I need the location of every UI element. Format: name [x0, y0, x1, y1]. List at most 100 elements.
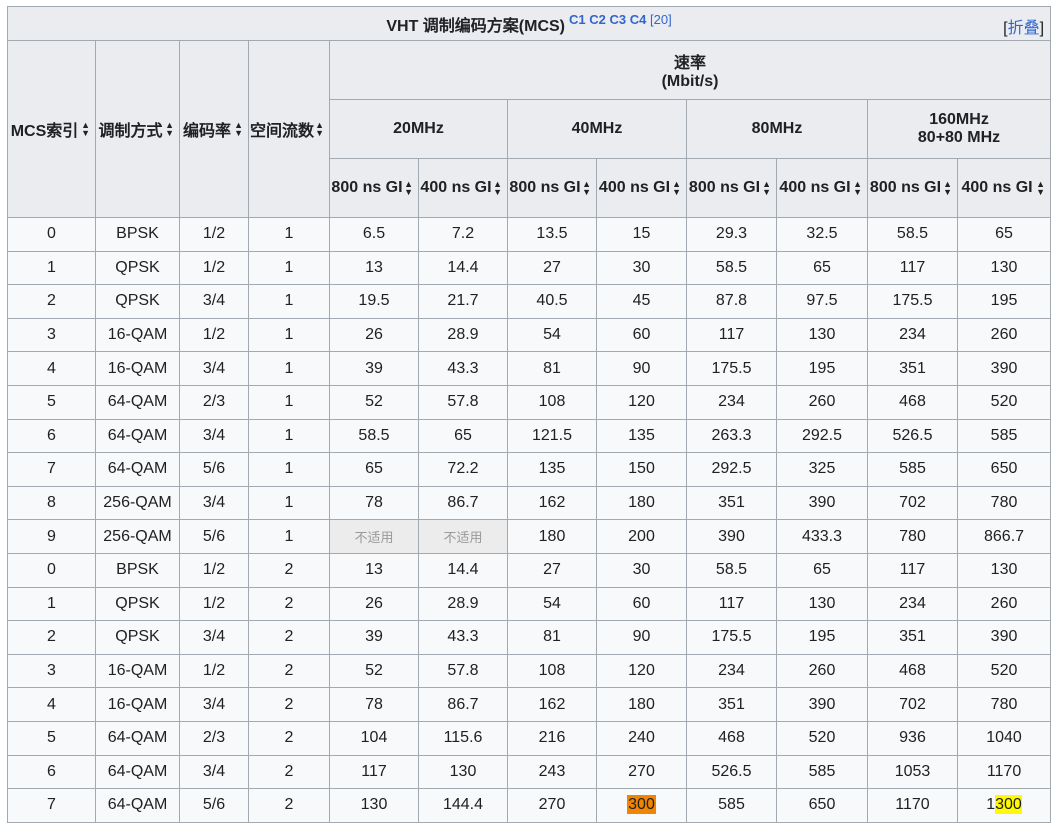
rate-cell: 104 — [329, 720, 419, 756]
table-row: 2 QPSK 3/4 2 39 43.3 81 90 175.5 195 351 390 — [7, 620, 1052, 655]
table-row: 0 BPSK 1/2 2 13 14.4 27 30 58.5 65 117 130 — [7, 552, 1052, 588]
header-spatial-streams[interactable]: 空间流数 ▲ ▼ — [248, 40, 330, 218]
header-gi-400[interactable]: 400 ns GI ▲ ▼ — [596, 158, 687, 218]
rate-cell: 87.8 — [686, 284, 777, 319]
rate-cell: 300 — [596, 788, 687, 823]
rate-cell: 90 — [596, 351, 687, 386]
mcs-index-cell: 1 — [7, 250, 96, 286]
table-caption: VHT 调制编码方案(MCS) C1 C2 C3 C4 [20] [折叠] — [6, 6, 1052, 41]
sort-icon[interactable]: ▲ ▼ — [853, 180, 862, 197]
rate-cell: 468 — [867, 384, 958, 420]
spatial-streams-cell: 2 — [248, 720, 330, 756]
rate-cell: 117 — [329, 754, 419, 790]
header-gi-400[interactable]: 400 ns GI ▲ ▼ — [956, 158, 1052, 218]
rate-cell: 29.3 — [686, 217, 777, 252]
spatial-streams-cell: 1 — [248, 250, 330, 286]
header-gi-400[interactable]: 400 ns GI ▲ ▼ — [418, 158, 508, 218]
table-row: 6 64-QAM 3/4 2 117 130 243 270 526.5 585 1053 1170 — [7, 754, 1052, 790]
rate-cell: 65 — [329, 452, 419, 487]
rate-cell: 117 — [686, 586, 777, 622]
spatial-streams-cell: 1 — [248, 351, 330, 386]
rate-cell: 108 — [507, 384, 597, 420]
header-20mhz: 20MHz — [329, 99, 508, 159]
sort-icon[interactable]: ▲ ▼ — [493, 180, 502, 197]
reference-link[interactable]: [20] — [650, 12, 672, 27]
rate-cell: 32.5 — [776, 217, 868, 252]
sort-icon[interactable]: ▲ ▼ — [404, 180, 413, 197]
header-gi-800[interactable]: 800 ns GI ▲ ▼ — [867, 158, 958, 218]
rate-cell: 130 — [418, 754, 508, 790]
rate-cell: 58.5 — [329, 418, 419, 454]
sort-icon[interactable]: ▲ ▼ — [81, 121, 90, 138]
rate-cell: 58.5 — [867, 217, 958, 252]
header-gi-800[interactable]: 800 ns GI ▲ ▼ — [507, 158, 597, 218]
modulation-cell: 64-QAM — [95, 384, 180, 420]
rate-cell: 不适用 — [418, 519, 508, 554]
header-coding-rate[interactable]: 编码率 ▲ ▼ — [179, 40, 249, 218]
sort-icon[interactable]: ▲ ▼ — [1036, 180, 1045, 197]
rate-cell: 120 — [596, 653, 687, 689]
rate-cell: 117 — [686, 317, 777, 353]
value-prefix: 1 — [986, 796, 996, 814]
sort-icon[interactable]: ▲ ▼ — [943, 180, 952, 197]
rate-cell: 585 — [776, 754, 868, 790]
rate-cell: 21.7 — [418, 284, 508, 319]
link-c1[interactable]: C1 — [569, 12, 586, 27]
rate-cell: 57.8 — [418, 384, 508, 420]
rate-cell: 144.4 — [418, 788, 508, 823]
rate-cell: 65 — [776, 250, 868, 286]
header-gi-800[interactable]: 800 ns GI ▲ ▼ — [686, 158, 777, 218]
modulation-cell: 64-QAM — [95, 754, 180, 790]
sort-icon[interactable]: ▲ ▼ — [762, 180, 771, 197]
rate-cell: 130 — [956, 552, 1052, 588]
rate-cell: 260 — [776, 384, 868, 420]
rate-cell: 780 — [956, 485, 1052, 521]
rate-cell: 135 — [596, 418, 687, 454]
rate-cell: 195 — [956, 284, 1052, 319]
rate-cell: 936 — [867, 720, 958, 756]
spatial-streams-cell: 2 — [248, 620, 330, 655]
spatial-streams-cell: 1 — [248, 485, 330, 521]
rate-cell: 28.9 — [418, 586, 508, 622]
coding-rate-cell: 3/4 — [179, 485, 249, 521]
rate-cell: 520 — [776, 720, 868, 756]
rate-cell: 65 — [956, 217, 1052, 252]
sort-icon[interactable]: ▲ ▼ — [672, 180, 681, 197]
table-row: 8 256-QAM 3/4 1 78 86.7 162 180 351 390 702 780 — [7, 485, 1052, 521]
rate-cell: 240 — [596, 720, 687, 756]
header-40mhz: 40MHz — [507, 99, 687, 159]
link-c2[interactable]: C2 — [589, 12, 606, 27]
collapse-link[interactable]: 折叠 — [1008, 20, 1040, 37]
sort-icon[interactable]: ▲ ▼ — [165, 121, 174, 138]
header-modulation[interactable]: 调制方式 ▲ ▼ — [95, 40, 180, 218]
rate-cell: 120 — [596, 384, 687, 420]
header-mcs-index[interactable]: MCS索引 ▲ ▼ — [7, 40, 96, 218]
header-gi-800[interactable]: 800 ns GI ▲ ▼ — [329, 158, 419, 218]
rate-cell: 390 — [776, 687, 868, 722]
mcs-index-cell: 4 — [7, 351, 96, 386]
sort-icon[interactable]: ▲ ▼ — [234, 121, 243, 138]
modulation-cell: 64-QAM — [95, 452, 180, 487]
rate-cell: 40.5 — [507, 284, 597, 319]
table-row: 7 64-QAM 5/6 2 130 144.4 270 300 585 650 1170 1300 — [7, 788, 1052, 823]
rate-cell: 234 — [867, 317, 958, 353]
rate-cell: 86.7 — [418, 485, 508, 521]
sort-icon[interactable]: ▲ ▼ — [315, 121, 324, 138]
rate-cell: 不适用 — [329, 519, 419, 554]
sort-icon[interactable]: ▲ ▼ — [582, 180, 591, 197]
rate-cell: 180 — [596, 485, 687, 521]
coding-rate-cell: 5/6 — [179, 788, 249, 823]
coding-rate-cell: 3/4 — [179, 418, 249, 454]
rate-cell: 351 — [686, 687, 777, 722]
rate-cell: 54 — [507, 586, 597, 622]
modulation-cell: 64-QAM — [95, 418, 180, 454]
rate-cell: 78 — [329, 687, 419, 722]
link-c3[interactable]: C3 — [610, 12, 627, 27]
rate-cell: 270 — [596, 754, 687, 790]
rate-cell: 650 — [956, 452, 1052, 487]
rate-cell: 390 — [686, 519, 777, 554]
link-c4[interactable]: C4 — [630, 12, 647, 27]
rate-cell: 115.6 — [418, 720, 508, 756]
header-gi-400[interactable]: 400 ns GI ▲ ▼ — [776, 158, 868, 218]
collapse-toggle[interactable]: [折叠] — [1003, 14, 1044, 38]
